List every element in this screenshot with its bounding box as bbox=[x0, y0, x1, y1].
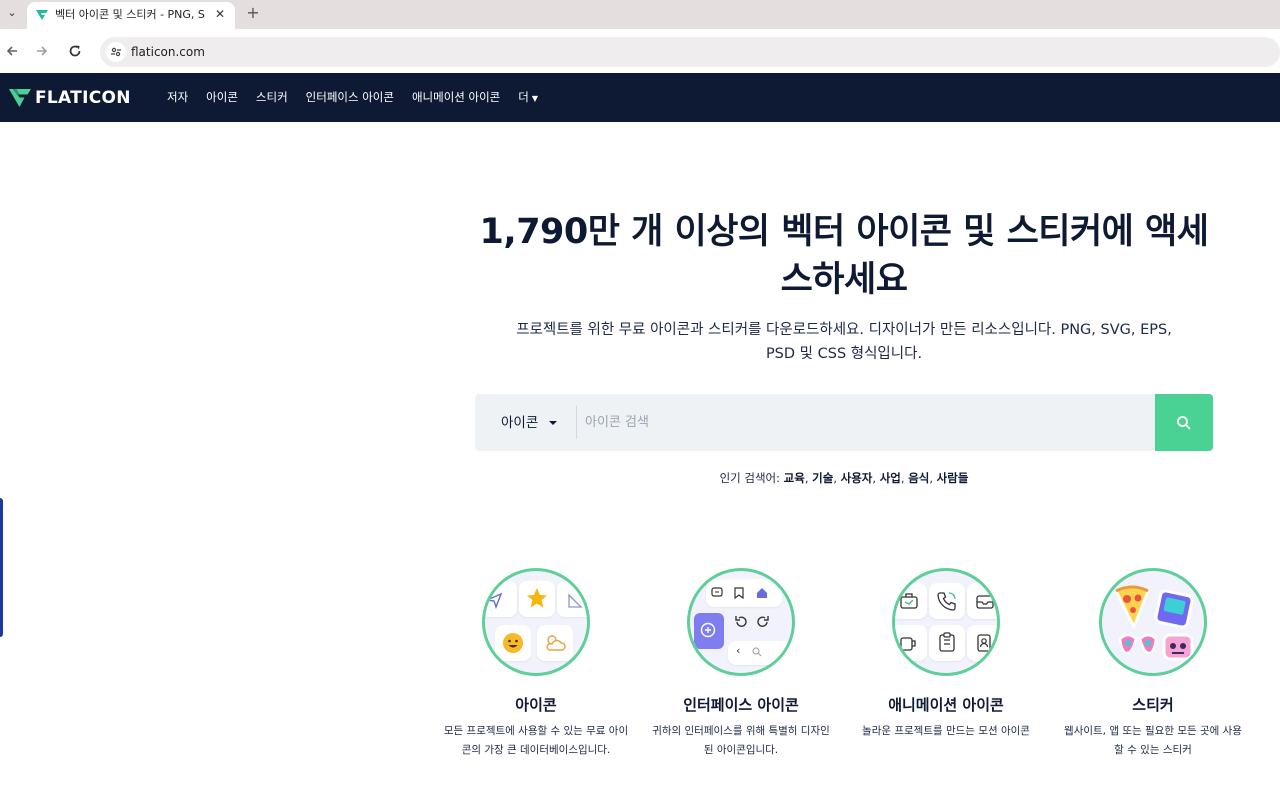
popular-term[interactable]: 교육 bbox=[784, 471, 805, 485]
card-description: 모든 프로젝트에 사용할 수 있는 무료 아이콘의 가장 큰 데이터베이스입니다… bbox=[443, 725, 629, 756]
star-icon bbox=[527, 588, 547, 608]
chevron-left-icon: ‹ bbox=[736, 644, 741, 657]
popular-term[interactable]: 기술 bbox=[812, 471, 833, 485]
search-input[interactable] bbox=[585, 410, 1145, 434]
category-card-stickers[interactable]: 스티커 웹사이트, 앱 또는 필요한 모든 곳에 사용할 수 있는 스티커 bbox=[1060, 568, 1250, 768]
phone-icon bbox=[937, 592, 956, 611]
site-info-icon[interactable] bbox=[106, 42, 126, 62]
popular-term[interactable]: 음식 bbox=[908, 471, 929, 485]
new-tab-icon[interactable]: + bbox=[244, 4, 262, 22]
card-description: 웹사이트, 앱 또는 필요한 모든 곳에 사용할 수 있는 스티커 bbox=[1064, 725, 1242, 756]
chevron-down-icon[interactable] bbox=[549, 421, 557, 425]
logo-text: FLATICON bbox=[35, 88, 131, 108]
stickers-illustration bbox=[1099, 568, 1207, 676]
url-text: flaticon.com bbox=[131, 45, 205, 59]
popular-term[interactable]: 사용자 bbox=[841, 471, 873, 485]
feedback-side-tab[interactable] bbox=[0, 498, 3, 637]
clipboard-icon bbox=[939, 632, 955, 652]
tab-title: 벡터 아이콘 및 스티커 - PNG, S bbox=[55, 8, 205, 21]
pizza-sticker-icon bbox=[1113, 585, 1150, 629]
search-button[interactable] bbox=[1155, 394, 1213, 451]
category-card-animated-icons[interactable]: 애니메이션 아이콘 놀라운 프로젝트를 만드는 모션 아이콘 bbox=[853, 568, 1043, 768]
chevron-down-icon: ▼ bbox=[531, 94, 539, 103]
card-title: 애니메이션 아이콘 bbox=[888, 696, 1004, 714]
card-description: 귀하의 인터페이스를 위해 특별히 디자인된 아이콘입니다. bbox=[652, 725, 830, 756]
interface-icons-illustration: ‹ bbox=[687, 568, 795, 676]
tab-close-icon[interactable]: ✕ bbox=[213, 7, 227, 21]
glasses-sticker-icon bbox=[1118, 633, 1158, 655]
tablet-sticker-icon bbox=[1154, 589, 1194, 629]
add-circle-icon bbox=[700, 622, 716, 638]
site-header: FLATICON 저자 아이콘 스티커 인터페이스 아이콘 애니메이션 아이콘 … bbox=[0, 73, 1280, 122]
popular-label: 인기 검색어: bbox=[719, 471, 781, 485]
card-title: 아이콘 bbox=[515, 696, 557, 714]
search-divider bbox=[576, 406, 577, 439]
search-type-select[interactable]: 아이콘 bbox=[501, 413, 538, 433]
category-card-interface-icons[interactable]: ‹ 인터페이스 아이콘 귀하의 인터페이스를 위해 특별히 디자인된 아이콘입니… bbox=[648, 568, 838, 768]
browser-toolbar: flaticon.com bbox=[0, 29, 1280, 73]
icons-illustration bbox=[482, 568, 590, 676]
hero-title: 1,790만 개 이상의 벡터 아이콘 및 스티커에 액세스하세요 bbox=[479, 212, 1209, 300]
search-icon bbox=[1177, 416, 1191, 430]
search-bar: 아이콘 bbox=[475, 394, 1213, 451]
robot-sticker-icon bbox=[1162, 633, 1194, 661]
card-title: 스티커 bbox=[1132, 696, 1174, 714]
nav-animated-icons[interactable]: 애니메이션 아이콘 bbox=[412, 89, 500, 107]
nav-more[interactable]: 더 ▼ bbox=[518, 89, 538, 107]
popular-term[interactable]: 사업 bbox=[880, 471, 901, 485]
briefcase-icon bbox=[900, 593, 918, 609]
nav-more-label: 더 bbox=[518, 90, 529, 104]
forward-icon[interactable] bbox=[32, 41, 52, 61]
hero-subtitle: 프로젝트를 위한 무료 아이콘과 스티커를 다운로드하세요. 디자이너가 만든 … bbox=[516, 322, 1172, 362]
address-bar[interactable]: flaticon.com bbox=[100, 37, 1280, 67]
home-icon bbox=[757, 588, 767, 598]
chat-icon bbox=[711, 587, 723, 597]
main-nav: 저자 아이콘 스티커 인터페이스 아이콘 애니메이션 아이콘 더 ▼ bbox=[167, 89, 556, 107]
nav-authors[interactable]: 저자 bbox=[167, 89, 188, 107]
search-icon bbox=[752, 647, 762, 657]
flaticon-logo-icon bbox=[9, 89, 31, 107]
mug-icon bbox=[900, 637, 916, 651]
browser-tab[interactable]: 벡터 아이콘 및 스티커 - PNG, S ✕ bbox=[27, 2, 235, 29]
bookmark-icon bbox=[734, 587, 744, 599]
nav-stickers[interactable]: 스티커 bbox=[256, 89, 288, 107]
reload-icon[interactable] bbox=[65, 41, 85, 61]
contact-card-icon bbox=[977, 634, 991, 652]
flaticon-favicon-icon bbox=[36, 10, 48, 20]
tab-search-icon[interactable]: ⌄ bbox=[4, 5, 20, 21]
popular-term[interactable]: 사람들 bbox=[937, 471, 969, 485]
card-title: 인터페이스 아이콘 bbox=[683, 696, 799, 714]
nav-icons[interactable]: 아이콘 bbox=[206, 89, 238, 107]
animated-icons-illustration bbox=[892, 568, 1000, 676]
category-card-icons[interactable]: 아이콘 모든 프로젝트에 사용할 수 있는 무료 아이콘의 가장 큰 데이터베이… bbox=[443, 568, 633, 768]
card-description: 놀라운 프로젝트를 만드는 모션 아이콘 bbox=[862, 725, 1030, 737]
paper-plane-icon bbox=[485, 592, 503, 609]
inbox-icon bbox=[976, 595, 994, 609]
ruler-icon bbox=[568, 593, 583, 608]
flaticon-logo[interactable]: FLATICON bbox=[9, 87, 131, 109]
cloud-sun-icon bbox=[546, 635, 566, 651]
redo-icon bbox=[757, 616, 769, 627]
undo-icon bbox=[735, 616, 747, 627]
popular-searches: 인기 검색어: 교육, 기술, 사용자, 사업, 음식, 사람들 bbox=[719, 471, 969, 485]
browser-tabstrip: ⌄ 벡터 아이콘 및 스티커 - PNG, S ✕ + bbox=[0, 0, 1280, 29]
back-icon[interactable] bbox=[2, 41, 22, 61]
smiley-icon bbox=[503, 633, 523, 653]
nav-interface-icons[interactable]: 인터페이스 아이콘 bbox=[306, 89, 394, 107]
